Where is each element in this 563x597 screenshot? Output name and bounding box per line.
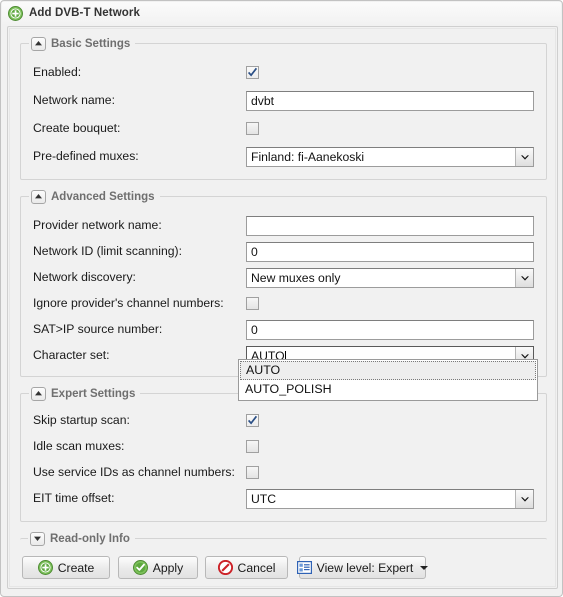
label-idle-scan-muxes: Idle scan muxes: xyxy=(33,439,125,453)
row-satip-source-number: SAT>IP source number: xyxy=(21,319,546,341)
checkbox-skip-startup-scan[interactable] xyxy=(246,414,259,427)
section-readonly-toggle-button[interactable] xyxy=(30,531,45,546)
row-predefined-muxes: Pre-defined muxes: Finland: fi-Aanekoski xyxy=(21,146,546,168)
label-predefined-muxes: Pre-defined muxes: xyxy=(33,149,139,163)
section-expert-title: Expert Settings xyxy=(51,387,136,400)
input-provider-network-name[interactable] xyxy=(246,216,534,236)
row-network-id: Network ID (limit scanning): xyxy=(21,241,546,263)
checkbox-enabled[interactable] xyxy=(246,66,259,79)
combo-eit-time-offset-value: UTC xyxy=(251,492,277,506)
chevron-down-icon xyxy=(520,275,529,281)
input-network-name[interactable] xyxy=(246,91,534,111)
chevron-up-icon xyxy=(35,41,42,46)
combo-predefined-muxes-arrow[interactable] xyxy=(515,148,533,166)
cancel-button[interactable]: Cancel xyxy=(205,556,288,579)
combo-eit-time-offset[interactable]: UTC xyxy=(246,489,534,509)
chevron-down-icon xyxy=(520,154,529,160)
checkbox-idle-scan-muxes[interactable] xyxy=(246,440,259,453)
view-level-button-label: View level: Expert xyxy=(316,560,414,575)
section-basic-toggle-button[interactable] xyxy=(31,36,46,51)
section-expert-toggle-button[interactable] xyxy=(31,386,46,401)
input-network-id[interactable] xyxy=(246,242,534,262)
chevron-down-icon xyxy=(520,496,529,502)
input-satip-source-number[interactable] xyxy=(246,320,534,340)
row-skip-startup-scan: Skip startup scan: xyxy=(21,410,546,432)
no-entry-red-icon xyxy=(217,560,233,575)
create-button-label: Create xyxy=(57,560,95,575)
view-level-button[interactable]: View level: Expert xyxy=(296,556,429,579)
section-expert-settings: Expert Settings Skip startup scan: Idle … xyxy=(20,385,547,522)
add-circle-green-icon xyxy=(37,560,53,575)
dialog-window: Add DVB-T Network Basic Settings Enabled… xyxy=(0,0,563,597)
check-circle-green-icon xyxy=(132,560,148,575)
label-satip-source-number: SAT>IP source number: xyxy=(33,322,163,336)
label-eit-time-offset: EIT time offset: xyxy=(33,491,115,505)
combo-network-discovery[interactable]: New muxes only xyxy=(246,268,534,288)
checkbox-ignore-provider-channel-numbers[interactable] xyxy=(246,297,259,310)
chevron-up-icon xyxy=(35,391,42,396)
label-create-bouquet: Create bouquet: xyxy=(33,121,121,135)
section-expert-legend: Expert Settings xyxy=(29,385,141,402)
section-basic-legend: Basic Settings xyxy=(29,35,136,52)
section-advanced-toggle-button[interactable] xyxy=(31,189,46,204)
dialog-title: Add DVB-T Network xyxy=(29,7,140,19)
combo-predefined-muxes[interactable]: Finland: fi-Aanekoski xyxy=(246,147,534,167)
list-blue-icon xyxy=(296,561,312,574)
chevron-up-icon xyxy=(35,194,42,199)
label-network-name: Network name: xyxy=(33,93,115,107)
row-create-bouquet: Create bouquet: xyxy=(21,118,546,140)
combo-network-discovery-arrow[interactable] xyxy=(515,269,533,287)
row-provider-network-name: Provider network name: xyxy=(21,215,546,237)
section-basic-settings: Basic Settings Enabled: Network name: Cr… xyxy=(20,35,547,180)
label-network-discovery: Network discovery: xyxy=(33,270,136,284)
label-provider-network-name: Provider network name: xyxy=(33,218,162,232)
label-skip-startup-scan: Skip startup scan: xyxy=(33,413,130,427)
character-set-dropdown-list[interactable]: AUTO AUTO_POLISH xyxy=(238,359,538,401)
label-network-id: Network ID (limit scanning): xyxy=(33,244,182,258)
checkmark-icon xyxy=(247,415,258,425)
create-button[interactable]: Create xyxy=(22,556,110,579)
add-circle-green-icon xyxy=(8,5,23,21)
row-eit-time-offset: EIT time offset: UTC xyxy=(21,488,546,510)
caret-down-icon xyxy=(420,565,429,570)
apply-button-label: Apply xyxy=(152,560,184,575)
apply-button[interactable]: Apply xyxy=(118,556,198,579)
chevron-down-icon xyxy=(34,536,41,541)
row-enabled: Enabled: xyxy=(21,62,546,84)
label-enabled: Enabled: xyxy=(33,65,82,79)
section-readonly-legend: Read-only Info xyxy=(28,530,135,547)
combo-network-discovery-value: New muxes only xyxy=(251,271,341,285)
row-use-service-ids: Use service IDs as channel numbers: xyxy=(21,462,546,484)
checkbox-create-bouquet[interactable] xyxy=(246,122,259,135)
cancel-button-label: Cancel xyxy=(237,560,276,575)
checkbox-use-service-ids[interactable] xyxy=(246,466,259,479)
section-readonly-title: Read-only Info xyxy=(50,532,130,545)
checkmark-icon xyxy=(247,67,258,77)
combo-predefined-muxes-value: Finland: fi-Aanekoski xyxy=(251,150,365,164)
section-advanced-legend: Advanced Settings xyxy=(29,188,160,205)
dropdown-option-auto[interactable]: AUTO xyxy=(240,361,536,380)
row-network-name: Network name: xyxy=(21,90,546,112)
section-readonly-info: Read-only Info xyxy=(20,530,547,547)
label-ignore-provider-channel-numbers: Ignore provider's channel numbers: xyxy=(33,296,224,310)
dialog-titlebar: Add DVB-T Network xyxy=(2,2,561,24)
section-advanced-settings: Advanced Settings Provider network name:… xyxy=(20,188,547,377)
form-panel: Basic Settings Enabled: Network name: Cr… xyxy=(7,26,558,589)
row-ignore-provider-channel-numbers: Ignore provider's channel numbers: xyxy=(21,293,546,315)
section-basic-title: Basic Settings xyxy=(51,37,131,50)
label-character-set: Character set: xyxy=(33,348,110,362)
row-idle-scan-muxes: Idle scan muxes: xyxy=(21,436,546,458)
label-use-service-ids: Use service IDs as channel numbers: xyxy=(33,465,235,479)
section-advanced-title: Advanced Settings xyxy=(51,190,155,203)
row-network-discovery: Network discovery: New muxes only xyxy=(21,267,546,289)
dropdown-option-auto-polish[interactable]: AUTO_POLISH xyxy=(240,380,536,399)
combo-eit-time-offset-arrow[interactable] xyxy=(515,490,533,508)
